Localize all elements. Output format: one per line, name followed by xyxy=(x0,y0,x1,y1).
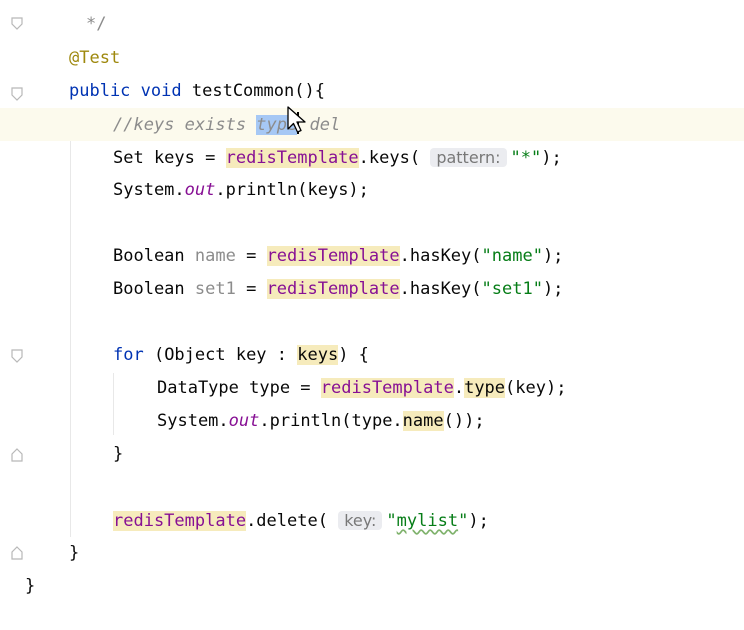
code-text: . xyxy=(453,378,465,398)
keyword-public: public xyxy=(69,81,131,101)
closing-brace: } xyxy=(69,543,80,563)
string-literal: "*" xyxy=(510,148,542,168)
code-text: DataType type = xyxy=(157,378,321,398)
mouse-pointer-icon xyxy=(287,106,306,133)
keys-variable-ref[interactable]: keys xyxy=(297,345,339,365)
keyword-for: for xyxy=(113,345,144,365)
code-line[interactable]: DataType type = redisTemplate.type(key); xyxy=(0,372,744,405)
parameter-hint: key: xyxy=(338,511,383,530)
code-line[interactable]: System.out.println(keys); xyxy=(0,174,744,207)
code-text: .hasKey( xyxy=(399,246,482,266)
method-signature: testCommon(){ xyxy=(191,81,325,101)
code-text: ()); xyxy=(443,411,485,431)
unused-variable: name xyxy=(194,246,236,266)
code-text: = xyxy=(235,279,267,299)
code-line[interactable]: Set keys = redisTemplate.keys( pattern: "… xyxy=(0,141,744,174)
code-line[interactable]: */ xyxy=(0,8,744,41)
code-line[interactable]: System.out.println(type.name()); xyxy=(0,405,744,438)
type-method-ref[interactable]: type xyxy=(464,378,506,398)
code-line[interactable]: } xyxy=(0,537,744,570)
quote: " xyxy=(386,511,397,531)
code-line[interactable]: } xyxy=(0,570,744,603)
code-text: .delete( xyxy=(246,511,339,531)
code-text: ); xyxy=(468,511,489,531)
string-literal: "mylist" xyxy=(386,511,468,531)
static-field-out: out xyxy=(228,411,260,431)
string-literal: "name" xyxy=(481,246,543,266)
code-line[interactable]: @Test xyxy=(0,42,744,75)
closing-brace: } xyxy=(25,576,36,596)
code-line[interactable]: redisTemplate.delete( key: "mylist"); xyxy=(0,504,744,537)
redis-template-ref[interactable]: redisTemplate xyxy=(225,148,359,168)
code-text: .keys( xyxy=(358,148,431,168)
code-text: Set keys = xyxy=(113,148,226,168)
redis-template-ref[interactable]: redisTemplate xyxy=(266,279,400,299)
closing-brace: } xyxy=(113,444,124,464)
keyword-void: void xyxy=(140,81,182,101)
code-text: (Object key : xyxy=(143,345,298,365)
code-text: .println(type. xyxy=(259,411,403,431)
code-text: Boolean xyxy=(113,246,195,266)
code-line[interactable]: } xyxy=(0,438,744,471)
parameter-hint: pattern: xyxy=(430,148,507,167)
comment-end: */ xyxy=(86,14,107,34)
code-line[interactable]: Boolean name = redisTemplate.hasKey("nam… xyxy=(0,240,744,273)
redis-template-ref[interactable]: redisTemplate xyxy=(266,246,400,266)
redis-template-ref[interactable]: redisTemplate xyxy=(320,378,454,398)
code-editor[interactable]: */ @Test public void testCommon(){ //key… xyxy=(0,0,744,614)
code-text: = xyxy=(235,246,267,266)
code-text: Boolean xyxy=(113,279,195,299)
static-field-out: out xyxy=(184,180,216,200)
code-text: .hasKey( xyxy=(399,279,482,299)
current-code-line[interactable]: //keys exists type del xyxy=(0,108,744,141)
test-annotation: @Test xyxy=(69,48,121,68)
code-text: System. xyxy=(113,180,185,200)
typo-underlined-word: mylist xyxy=(396,511,459,531)
quote: " xyxy=(458,511,469,531)
code-text: System. xyxy=(157,411,229,431)
comment-text: //keys exists xyxy=(113,115,257,135)
code-text: ); xyxy=(542,246,564,266)
unused-variable: set1 xyxy=(194,279,236,299)
code-text: ); xyxy=(542,279,564,299)
code-text: (key); xyxy=(505,378,567,398)
redis-template-ref[interactable]: redisTemplate xyxy=(113,511,247,531)
code-text: ); xyxy=(541,148,562,168)
code-line[interactable]: public void testCommon(){ xyxy=(0,75,744,108)
code-line[interactable]: Boolean set1 = redisTemplate.hasKey("set… xyxy=(0,273,744,306)
name-method-ref[interactable]: name xyxy=(402,411,444,431)
code-line[interactable]: for (Object key : keys) { xyxy=(0,339,744,372)
code-text: .println(keys); xyxy=(215,180,369,200)
code-text: ) { xyxy=(338,345,369,365)
string-literal: "set1" xyxy=(481,279,543,299)
